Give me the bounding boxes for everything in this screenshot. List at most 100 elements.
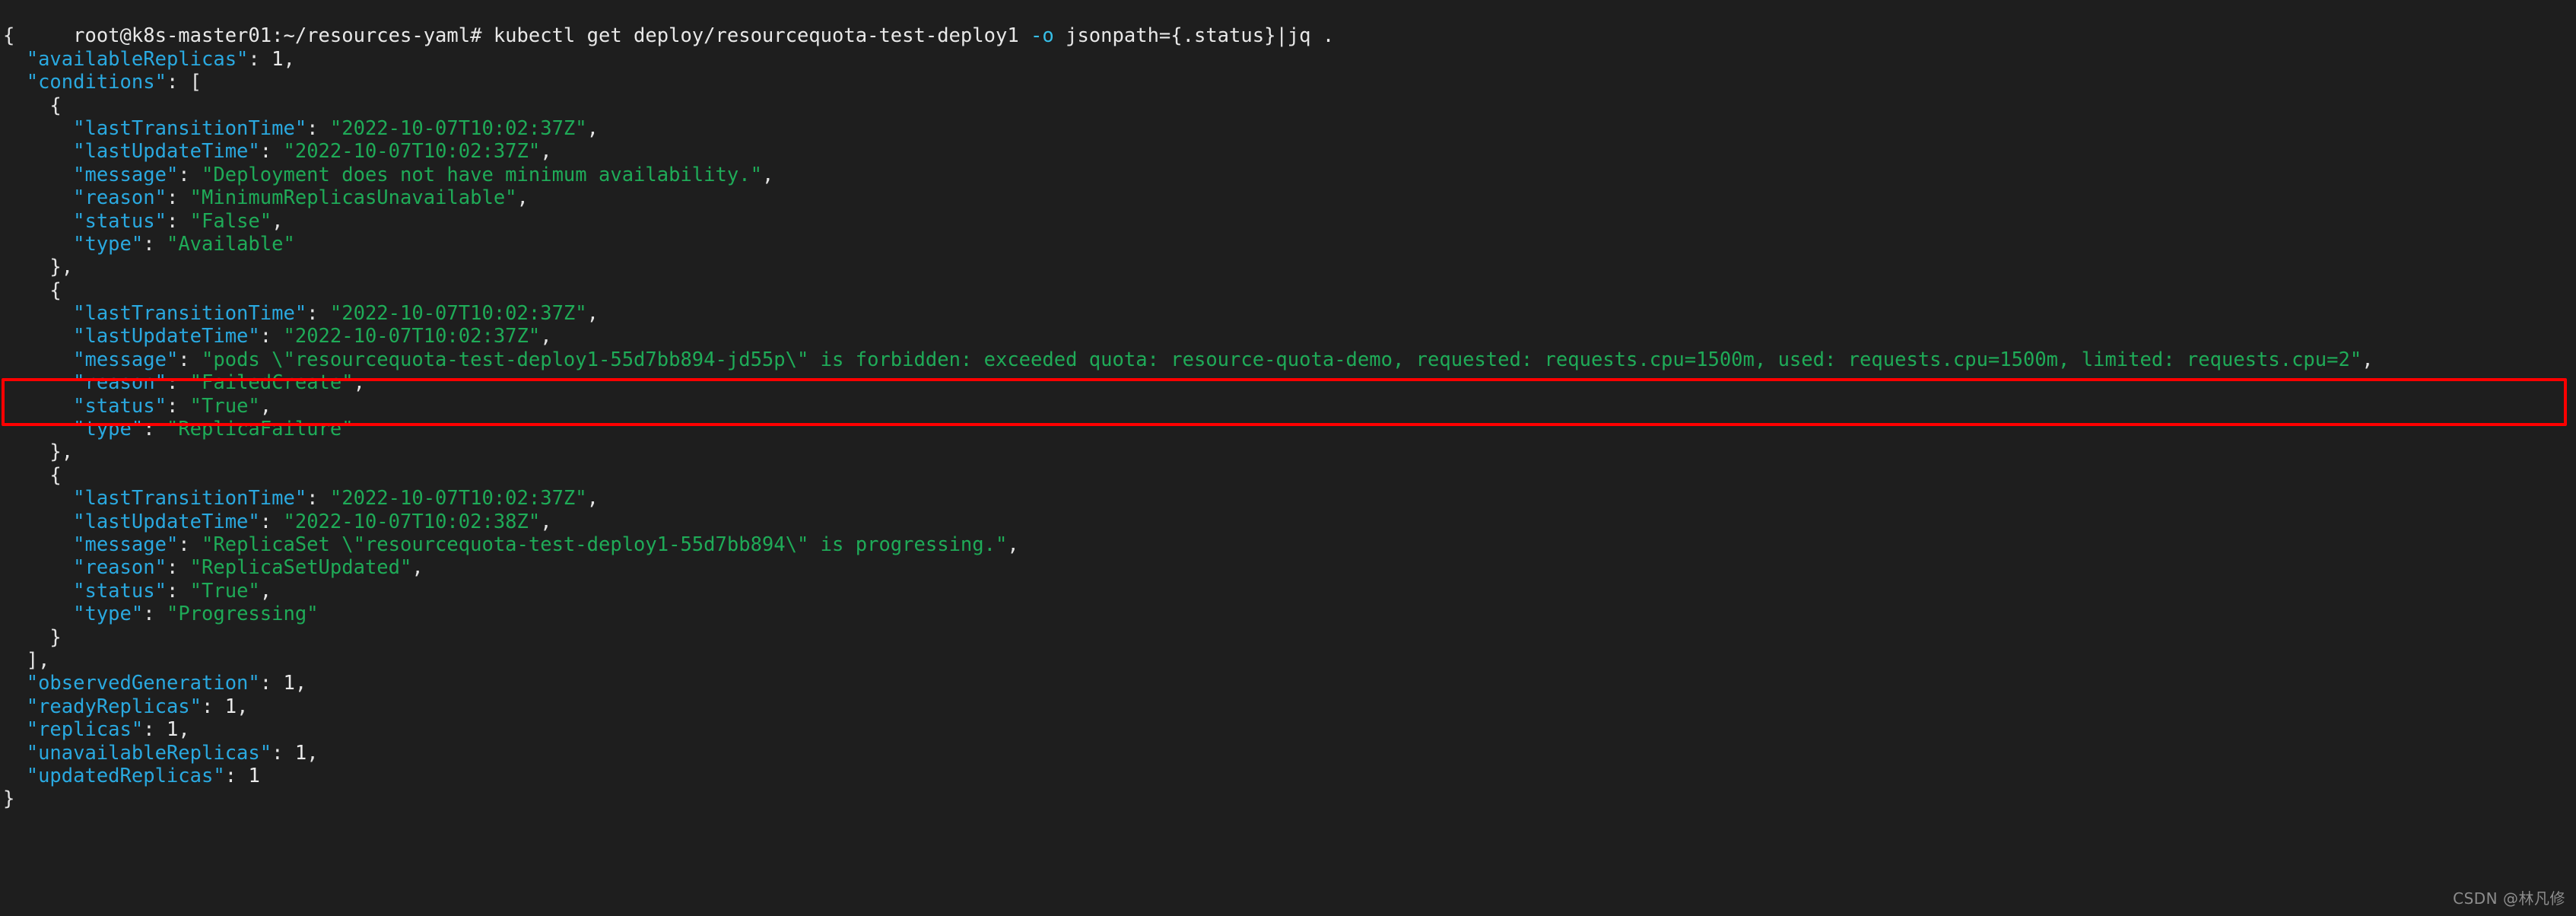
json-line: "type": "Available" — [3, 233, 2576, 256]
json-line: "reason": "FailedCreate", — [3, 371, 2576, 394]
json-line: "lastTransitionTime": "2022-10-07T10:02:… — [3, 487, 2576, 510]
command-tail: jsonpath={.status}|jq . — [1053, 24, 1335, 48]
json-token-punct: : — [178, 348, 202, 371]
terminal-window: root@k8s-master01:~/resources-yaml# kube… — [0, 0, 2576, 916]
json-token-str: "Deployment does not have minimum availa… — [202, 163, 762, 186]
json-token-key: "type" — [73, 603, 144, 626]
json-token-punct: , — [353, 371, 365, 395]
json-token-num: 1 — [294, 741, 307, 765]
json-token-key: "conditions" — [26, 71, 167, 94]
json-line: "message": "Deployment does not have min… — [3, 164, 2576, 186]
json-token-punct: }, — [49, 256, 74, 279]
json-line: "status": "False", — [3, 210, 2576, 233]
json-token-str: "pods \"resourcequota-test-deploy1-55d7b… — [202, 348, 2362, 371]
json-token-punct: : — [272, 741, 295, 765]
json-token-str: "2022-10-07T10:02:37Z" — [283, 140, 541, 164]
json-token-punct: : — [178, 163, 202, 186]
json-line: "status": "True", — [3, 395, 2576, 418]
json-token-punct: : — [143, 718, 167, 742]
json-token-punct: { — [49, 463, 62, 487]
json-token-punct: { — [49, 94, 62, 117]
json-token-punct: }, — [49, 441, 74, 464]
json-token-str: "ReplicaSet \"resourcequota-test-deploy1… — [202, 533, 1008, 556]
json-token-str: "Progressing" — [166, 603, 319, 626]
json-token-punct: , — [294, 672, 307, 695]
json-token-key: "unavailableReplicas" — [26, 741, 272, 765]
command-flag-output: -o — [1031, 24, 1054, 48]
json-token-punct: , — [237, 695, 249, 718]
json-line: "reason": "ReplicaSetUpdated", — [3, 556, 2576, 579]
json-token-punct: : — [259, 325, 284, 348]
json-token-punct: : — [166, 579, 190, 603]
json-token-key: "reason" — [73, 371, 167, 395]
terminal-output: root@k8s-master01:~/resources-yaml# kube… — [0, 0, 2576, 823]
json-token-punct: , — [307, 741, 319, 765]
json-token-str: "2022-10-07T10:02:38Z" — [283, 510, 541, 533]
next-command-prompt-line[interactable]: root@k8s-master01:~/resources-yaml# kube… — [3, 811, 2576, 823]
json-token-key: "status" — [73, 579, 167, 603]
json-output-block: { "availableReplicas": 1, "conditions": … — [3, 24, 2576, 810]
json-token-key: "message" — [73, 533, 179, 556]
json-token-punct: , — [540, 510, 552, 533]
csdn-watermark: CSDN @林凡修 — [2453, 889, 2565, 908]
json-token-punct: } — [49, 625, 62, 649]
json-token-str: "True" — [189, 579, 260, 603]
json-token-str: "2022-10-07T10:02:37Z" — [283, 325, 541, 348]
json-line: "lastTransitionTime": "2022-10-07T10:02:… — [3, 117, 2576, 140]
json-token-num: 1 — [224, 695, 237, 718]
json-line: "lastUpdateTime": "2022-10-07T10:02:37Z"… — [3, 140, 2576, 163]
json-token-punct: : — [307, 302, 330, 326]
json-line: { — [3, 279, 2576, 302]
json-token-str: "ReplicaSetUpdated" — [189, 556, 412, 580]
json-token-punct: , — [516, 186, 529, 210]
json-token-key: "lastUpdateTime" — [73, 510, 260, 533]
json-token-key: "type" — [73, 418, 144, 441]
json-token-key: "reason" — [73, 556, 167, 580]
json-token-punct: : — [143, 232, 167, 256]
json-line-highlighted: "message": "pods \"resourcequota-test-de… — [3, 348, 2576, 371]
json-line: "readyReplicas": 1, — [3, 695, 2576, 718]
json-line: "lastUpdateTime": "2022-10-07T10:02:38Z"… — [3, 510, 2576, 533]
json-line: "updatedReplicas": 1 — [3, 765, 2576, 787]
json-token-punct: , — [259, 394, 272, 418]
json-token-punct: , — [540, 325, 552, 348]
json-token-punct: : — [166, 394, 190, 418]
json-token-punct: : — [248, 47, 272, 71]
json-line: "type": "Progressing" — [3, 603, 2576, 625]
json-token-str: "False" — [189, 209, 272, 233]
json-token-punct: : — [143, 603, 167, 626]
json-token-punct: , — [540, 140, 552, 164]
json-token-punct: : — [224, 764, 249, 787]
json-token-str: "2022-10-07T10:02:37Z" — [329, 487, 587, 510]
json-token-punct: : — [143, 418, 167, 441]
json-line: }, — [3, 256, 2576, 278]
command-prompt-line[interactable]: root@k8s-master01:~/resources-yaml# kube… — [3, 2, 2576, 47]
json-token-punct: : — [166, 209, 190, 233]
json-token-num: 1 — [248, 764, 260, 787]
json-token-punct: : — [202, 695, 225, 718]
json-token-punct: : — [259, 140, 284, 164]
json-token-str: "2022-10-07T10:02:37Z" — [329, 116, 587, 140]
json-token-punct: : — [166, 186, 190, 210]
json-token-key: "replicas" — [26, 718, 144, 742]
json-token-punct: { — [3, 24, 15, 48]
json-token-key: "observedGeneration" — [26, 672, 260, 695]
json-token-punct: , — [272, 209, 284, 233]
json-token-key: "message" — [73, 348, 179, 371]
